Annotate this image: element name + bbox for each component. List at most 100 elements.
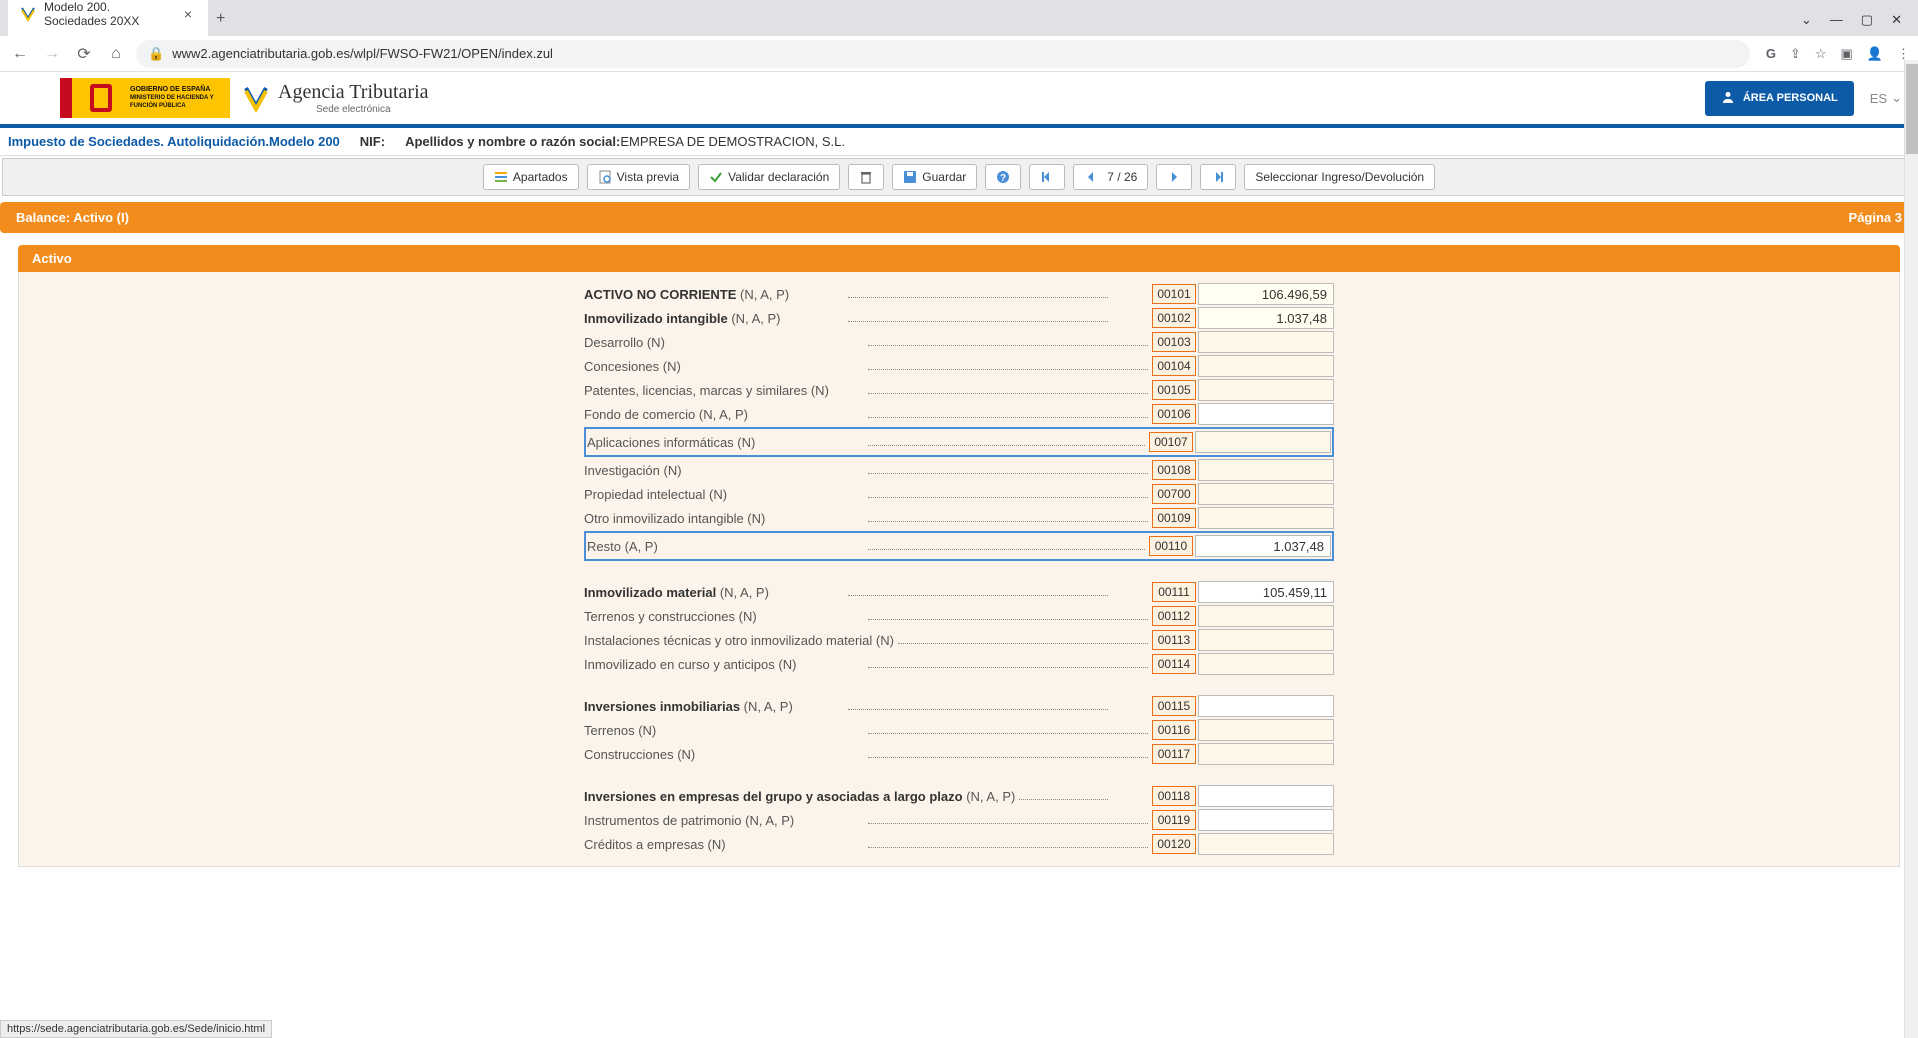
- page-title: Impuesto de Sociedades. Autoliquidación.…: [8, 134, 340, 149]
- gov-flag-logo: GOBIERNO DE ESPAÑA MINISTERIO DE HACIEND…: [60, 78, 230, 118]
- language-selector[interactable]: ES ⌄: [1870, 90, 1902, 106]
- row-label: Créditos a empresas (N): [584, 837, 864, 852]
- form-row-wrap: Inmovilizado material (N, A, P)00111: [584, 580, 1334, 604]
- dotted-line: [868, 386, 1148, 394]
- first-page-button[interactable]: [1029, 164, 1065, 190]
- select-ingreso-label: Seleccionar Ingreso/Devolución: [1255, 170, 1424, 184]
- next-page-button[interactable]: [1156, 164, 1192, 190]
- share-icon[interactable]: ⇪: [1790, 46, 1801, 62]
- code-box: 00101: [1152, 284, 1196, 304]
- vertical-scrollbar[interactable]: [1904, 60, 1918, 1038]
- value-input[interactable]: [1198, 355, 1334, 377]
- value-input[interactable]: [1198, 379, 1334, 401]
- dotted-line: [848, 588, 1108, 596]
- code-box: 00112: [1152, 606, 1196, 626]
- value-input[interactable]: [1198, 719, 1334, 741]
- value-input[interactable]: [1198, 459, 1334, 481]
- dotted-line: [868, 840, 1148, 848]
- apartados-label: Apartados: [513, 170, 568, 184]
- row-spacer: [584, 676, 1334, 694]
- close-icon[interactable]: ×: [180, 6, 196, 22]
- code-box: 00116: [1152, 720, 1196, 740]
- new-tab-button[interactable]: +: [208, 2, 233, 36]
- value-input[interactable]: [1198, 809, 1334, 831]
- extensions-icon[interactable]: ▣: [1841, 46, 1853, 62]
- star-icon[interactable]: ☆: [1815, 46, 1827, 62]
- maximize-icon[interactable]: ▢: [1861, 12, 1873, 28]
- validar-button[interactable]: Validar declaración: [698, 164, 840, 190]
- form-row-wrap: Construcciones (N)00117: [584, 742, 1334, 766]
- first-icon: [1040, 170, 1054, 184]
- row-label: Resto (A, P): [587, 539, 864, 554]
- minimize-icon[interactable]: —: [1830, 12, 1843, 28]
- reload-button[interactable]: ⟳: [72, 42, 96, 66]
- dotted-line: [868, 816, 1148, 824]
- value-input[interactable]: [1195, 431, 1331, 453]
- url-text: www2.agenciatributaria.gob.es/wlpl/FWSO-…: [172, 46, 553, 61]
- agency-logo-wrap[interactable]: Agencia Tributaria Sede electrónica: [242, 81, 429, 115]
- last-icon: [1211, 170, 1225, 184]
- tab-bar: Modelo 200. Sociedades 20XX × + ⌄ — ▢ ✕: [0, 0, 1918, 36]
- agency-logo-icon: [242, 84, 270, 112]
- row-label: Instalaciones técnicas y otro inmoviliza…: [584, 633, 894, 648]
- value-input[interactable]: [1198, 581, 1334, 603]
- google-icon[interactable]: G: [1766, 46, 1776, 62]
- row-label: Instrumentos de patrimonio (N, A, P): [584, 813, 864, 828]
- tab-favicon-icon: [20, 6, 36, 22]
- form-row: Desarrollo (N)00103: [584, 330, 1334, 354]
- agency-subtitle: Sede electrónica: [278, 104, 429, 115]
- nif-label: NIF:: [360, 134, 385, 149]
- form-row-wrap: Patentes, licencias, marcas y similares …: [584, 378, 1334, 402]
- razon-label: Apellidos y nombre o razón social:: [405, 134, 620, 149]
- code-box: 00106: [1152, 404, 1196, 424]
- form-row-wrap: Créditos a empresas (N)00120: [584, 832, 1334, 856]
- form-row: Fondo de comercio (N, A, P)00106: [584, 402, 1334, 426]
- home-button[interactable]: ⌂: [104, 42, 128, 66]
- value-input[interactable]: [1198, 653, 1334, 675]
- apartados-button[interactable]: Apartados: [483, 164, 579, 190]
- help-button[interactable]: ?: [985, 164, 1021, 190]
- chevron-down-icon[interactable]: ⌄: [1801, 12, 1812, 28]
- personal-area-button[interactable]: ÁREA PERSONAL: [1705, 81, 1854, 116]
- value-input[interactable]: [1198, 483, 1334, 505]
- last-page-button[interactable]: [1200, 164, 1236, 190]
- forward-button[interactable]: →: [40, 42, 64, 66]
- value-input[interactable]: [1198, 833, 1334, 855]
- code-box: 00103: [1152, 332, 1196, 352]
- value-input[interactable]: [1198, 629, 1334, 651]
- vista-previa-button[interactable]: Vista previa: [587, 164, 690, 190]
- value-input[interactable]: [1198, 605, 1334, 627]
- scrollbar-thumb[interactable]: [1906, 64, 1918, 154]
- form-row-wrap: Inversiones en empresas del grupo y asoc…: [584, 784, 1334, 808]
- guardar-label: Guardar: [922, 170, 966, 184]
- form-table: ACTIVO NO CORRIENTE (N, A, P)00101Inmovi…: [584, 282, 1334, 856]
- select-ingreso-button[interactable]: Seleccionar Ingreso/Devolución: [1244, 164, 1435, 190]
- value-input[interactable]: [1195, 535, 1331, 557]
- gov-text: GOBIERNO DE ESPAÑA: [130, 86, 210, 93]
- address-bar[interactable]: 🔒 www2.agenciatributaria.gob.es/wlpl/FWS…: [136, 40, 1750, 68]
- form-row: Concesiones (N)00104: [584, 354, 1334, 378]
- value-input[interactable]: [1198, 743, 1334, 765]
- value-input[interactable]: [1198, 283, 1334, 305]
- list-icon: [494, 170, 508, 184]
- prev-page-button[interactable]: 7 / 26: [1073, 164, 1148, 190]
- guardar-button[interactable]: Guardar: [892, 164, 977, 190]
- back-button[interactable]: ←: [8, 42, 32, 66]
- value-input[interactable]: [1198, 785, 1334, 807]
- value-input[interactable]: [1198, 331, 1334, 353]
- dotted-line: [868, 410, 1148, 418]
- form-row-wrap: Inmovilizado intangible (N, A, P)00102: [584, 306, 1334, 330]
- page-title-row: Impuesto de Sociedades. Autoliquidación.…: [0, 128, 1918, 156]
- row-label: Aplicaciones informáticas (N): [587, 435, 864, 450]
- profile-icon[interactable]: 👤: [1867, 46, 1883, 62]
- delete-button[interactable]: [848, 164, 884, 190]
- browser-tab[interactable]: Modelo 200. Sociedades 20XX ×: [8, 0, 208, 36]
- value-input[interactable]: [1198, 695, 1334, 717]
- chevron-down-icon: ⌄: [1891, 90, 1902, 106]
- lock-icon: 🔒: [148, 46, 164, 62]
- code-box: 00104: [1152, 356, 1196, 376]
- close-window-icon[interactable]: ✕: [1891, 12, 1902, 28]
- value-input[interactable]: [1198, 307, 1334, 329]
- value-input[interactable]: [1198, 507, 1334, 529]
- value-input[interactable]: [1198, 403, 1334, 425]
